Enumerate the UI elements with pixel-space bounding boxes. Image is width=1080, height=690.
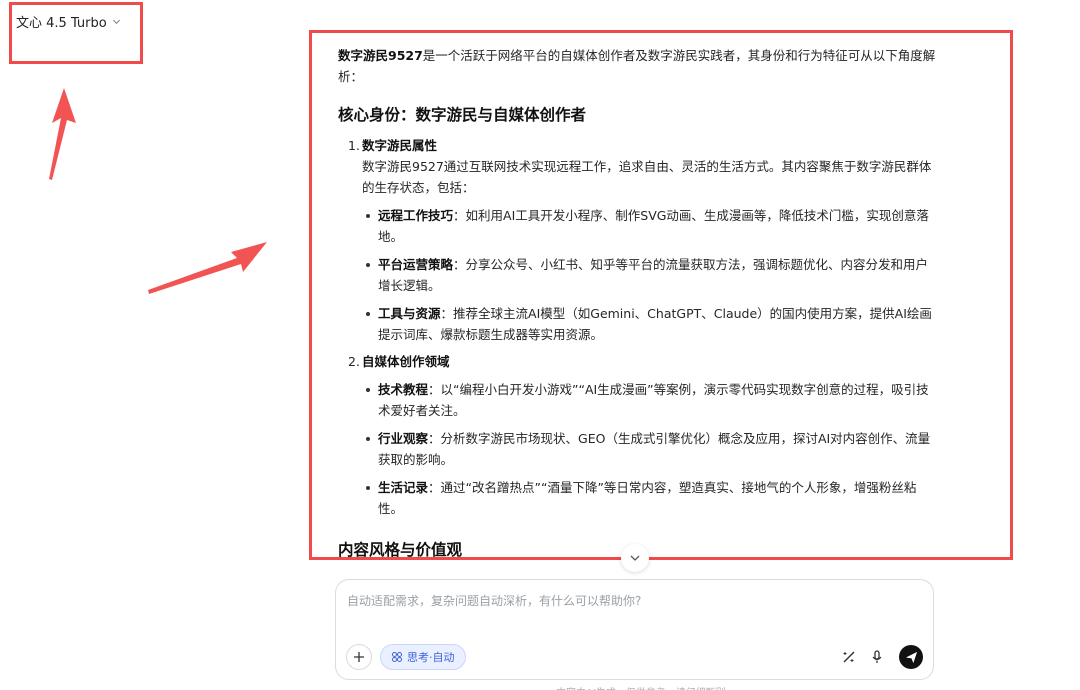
bullet-item: 工具与资源：推荐全球主流AI模型（如Gemini、ChatGPT、Claude）…: [366, 303, 938, 345]
bullet-bold: 行业观察: [378, 431, 429, 446]
bullet-text: ：如利用AI工具开发小程序、制作SVG动画、生成漫画等，降低技术门槛，实现创意落…: [378, 208, 929, 244]
list-item-title: 自媒体创作领域: [362, 354, 450, 369]
bullet-bold: 平台运营策略: [378, 257, 454, 272]
bullet-bold: 远程工作技巧: [378, 208, 454, 223]
bullet-bold: 技术教程: [378, 382, 429, 397]
bullet-bold: 生活记录: [378, 480, 429, 495]
bullet-dot: [366, 214, 370, 218]
section-heading-2: 内容风格与价值观: [338, 541, 463, 559]
chat-composer: 思考·自动: [335, 579, 934, 680]
bullet-dot: [366, 437, 370, 441]
bullet-dot: [366, 486, 370, 490]
message-intro: 数字游民9527是一个活跃于网络平台的自媒体创作者及数字游民实践者，其身份和行为…: [338, 45, 938, 87]
bullet-item: 技术教程：以“编程小白开发小游戏”“AI生成漫画”等案例，演示零代码实现数字创意…: [366, 379, 938, 421]
bullet-dot: [366, 388, 370, 392]
bullet-text: ：分析数字游民市场现状、GEO（生成式引擎优化）概念及应用，探讨AI对内容创作、…: [378, 431, 931, 467]
arrow-down-icon: [630, 555, 640, 561]
list-number: 2.: [348, 354, 360, 369]
microphone-icon: [872, 650, 882, 663]
magic-tools-button[interactable]: [839, 647, 859, 667]
bullet-item: 行业观察：分析数字游民市场现状、GEO（生成式引擎优化）概念及应用，探讨AI对内…: [366, 428, 938, 470]
scroll-to-bottom-button[interactable]: [621, 544, 649, 572]
bullet-dot: [366, 263, 370, 267]
assistant-message: 数字游民9527是一个活跃于网络平台的自媒体创作者及数字游民实践者，其身份和行为…: [338, 45, 938, 519]
list-item-2: 2. 自媒体创作领域: [348, 351, 938, 372]
bullet-item: 平台运营策略：分享公众号、小红书、知乎等平台的流量获取方法，强调标题优化、内容分…: [366, 254, 938, 296]
section-heading-1: 核心身份：数字游民与自媒体创作者: [338, 106, 587, 124]
wand-icon: [843, 651, 855, 663]
bullet-item: 远程工作技巧：如利用AI工具开发小程序、制作SVG动画、生成漫画等，降低技术门槛…: [366, 205, 938, 247]
plus-icon: [354, 652, 364, 662]
intro-text: 是一个活跃于网络平台的自媒体创作者及数字游民实践者，其身份和行为特征可从以下角度…: [338, 48, 936, 84]
bullet-text: ：通过“改名蹭热点”“酒量下降”等日常内容，塑造真实、接地气的个人形象，增强粉丝…: [378, 480, 917, 516]
send-icon: [905, 651, 917, 663]
bullet-text: ：分享公众号、小红书、知乎等平台的流量获取方法，强调标题优化、内容分发和用户增长…: [378, 257, 929, 293]
disclaimer-text: 内容由AI生成，仅供参考，请仔细甄别: [556, 684, 726, 690]
think-mode-button[interactable]: 思考·自动: [380, 644, 466, 670]
list-item-title: 数字游民属性: [362, 138, 438, 153]
add-attachment-button[interactable]: [346, 644, 372, 670]
annotation-arrow-up: [49, 88, 76, 180]
list-item-1: 1. 数字游民属性: [348, 135, 938, 156]
chat-input[interactable]: [345, 590, 924, 634]
bullet-text: ：推荐全球主流AI模型（如Gemini、ChatGPT、Claude）的国内使用…: [378, 306, 932, 342]
highlight-box-model: [9, 2, 143, 64]
bullet-bold: 工具与资源: [378, 306, 441, 321]
list-item-1-desc: 数字游民9527通过互联网技术实现远程工作，追求自由、灵活的生活方式。其内容聚焦…: [362, 159, 932, 195]
intro-bold: 数字游民9527: [338, 48, 423, 63]
think-icon: [392, 652, 402, 662]
bullet-dot: [366, 312, 370, 316]
voice-input-button[interactable]: [867, 647, 887, 667]
list-number: 1.: [348, 138, 360, 153]
annotation-arrow-right: [148, 242, 267, 294]
think-mode-label: 思考·自动: [407, 651, 455, 664]
bullet-item: 生活记录：通过“改名蹭热点”“酒量下降”等日常内容，塑造真实、接地气的个人形象，…: [366, 477, 938, 519]
bullet-text: ：以“编程小白开发小游戏”“AI生成漫画”等案例，演示零代码实现数字创意的过程，…: [378, 382, 929, 418]
send-button[interactable]: [899, 645, 923, 669]
